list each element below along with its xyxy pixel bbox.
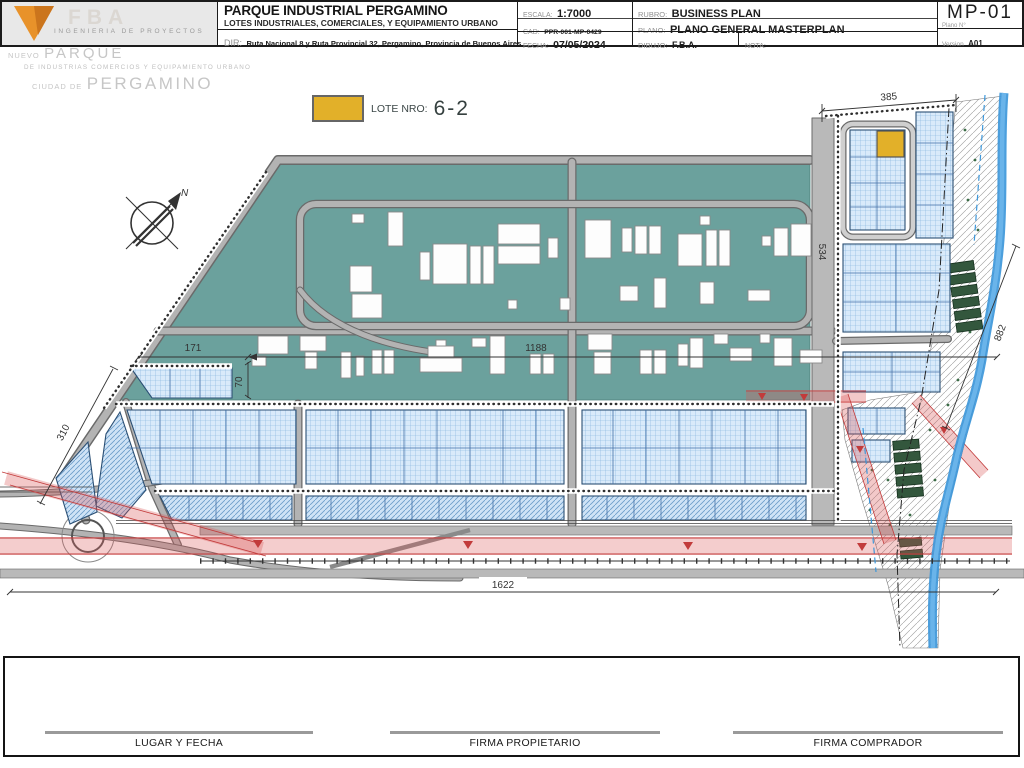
compass-rose: N — [126, 188, 189, 249]
watermark-big1: PARQUE — [44, 45, 124, 62]
dibujo-row: DIBUJO: F.B.A. — [633, 31, 738, 49]
signature-block: LUGAR Y FECHA FIRMA PROPIETARIO FIRMA CO… — [3, 656, 1020, 757]
signature-line — [733, 731, 1003, 734]
dim-882: 882 — [993, 323, 1009, 343]
watermark-prefix1: NUEVO — [8, 51, 40, 60]
dim-1622: 1622 — [492, 580, 515, 591]
nota-label: NOTA: — [745, 43, 766, 50]
watermark-big3: PERGAMINO — [87, 74, 213, 93]
highlighted-lot-6-2[interactable] — [877, 131, 904, 157]
meta-cell: ESCALA: 1:7000 CAD: PPR-001-MP-0429 FECH… — [517, 2, 632, 45]
version-label: Version — [942, 41, 964, 48]
lot-legend: LOTE NRO: 6-2 — [312, 95, 470, 122]
cad-row: CAD: PPR-001-MP-0429 — [518, 18, 632, 31]
sheet-number: MP-01 — [938, 2, 1022, 24]
lot-row2-block3 — [582, 496, 806, 520]
dim-1188: 1188 — [525, 343, 547, 354]
logo-cell: FBA INGENIERIA DE PROYECTOS — [2, 2, 217, 45]
dibujo-label: DIBUJO: — [638, 41, 668, 50]
watermark-prefix3: CIUDAD DE — [32, 82, 82, 91]
watermark-line2: DE INDUSTRIAS COMERCIOS Y EQUIPAMIENTO U… — [24, 65, 251, 71]
plano-row: PLANO: PLANO GENERAL MASTERPLAN — [633, 18, 937, 31]
signature-field-propietario[interactable]: FIRMA PROPIETARIO — [390, 731, 660, 749]
dim-171: 171 — [185, 343, 202, 354]
project-subtitle: LOTES INDUSTRIALES, COMERCIALES, Y EQUIP… — [224, 18, 517, 28]
rubro-cell: RUBRO: BUSINESS PLAN PLANO: PLANO GENERA… — [632, 2, 937, 45]
signature-label: FIRMA PROPIETARIO — [390, 737, 660, 749]
dim-70: 70 — [234, 376, 245, 388]
company-logo-icon — [12, 5, 58, 43]
masterplan-drawing: 171 1188 70 385 534 882 310 1622 N — [0, 0, 1024, 660]
signature-label: FIRMA COMPRADOR — [733, 737, 1003, 749]
lot-row2-block1 — [160, 496, 292, 520]
title-block: FBA INGENIERIA DE PROYECTOS PARQUE INDUS… — [0, 0, 1024, 47]
lot-row1-block2 — [306, 410, 564, 484]
strip-mid-lots — [843, 244, 950, 332]
sheet-cell: MP-01 Plano N° Version A01 — [937, 2, 1022, 45]
lot-legend-value: 6-2 — [434, 97, 470, 121]
fecha-label: FECHA: — [523, 43, 549, 50]
dim-310: 310 — [55, 422, 73, 442]
lot-legend-label: LOTE NRO: — [371, 103, 428, 115]
lot-row1-block1 — [127, 410, 296, 484]
fecha-row: FECHA: 07/05/2024 — [518, 31, 632, 49]
dim-385: 385 — [880, 91, 898, 103]
wedge-lots-2 — [56, 442, 97, 524]
dibujo-value: F.B.A. — [672, 40, 697, 50]
dir-label: DIR: — [224, 38, 242, 48]
project-title: PARQUE INDUSTRIAL PERGAMINO — [224, 3, 517, 18]
signature-label: LUGAR Y FECHA — [45, 737, 313, 749]
rubro-row: RUBRO: BUSINESS PLAN — [633, 2, 937, 18]
dim-534: 534 — [816, 244, 827, 261]
nota-cell: NOTA: — [738, 31, 937, 45]
project-address-row: DIR: Ruta Nacional 8 y Ruta Provincial 3… — [218, 29, 517, 45]
fecha-value: 07/05/2024 — [553, 39, 606, 51]
dir-value: Ruta Nacional 8 y Ruta Provincial 32, Pe… — [246, 39, 521, 48]
lot-row2-block2 — [306, 496, 564, 520]
sheet-version-row: Version A01 — [938, 28, 1022, 45]
escala-row: ESCALA: 1:7000 — [518, 2, 632, 18]
signature-field-lugar-fecha[interactable]: LUGAR Y FECHA — [45, 731, 313, 749]
lot-color-swatch — [312, 95, 364, 122]
lot-row1-block3 — [582, 410, 806, 484]
project-watermark: NUEVO PARQUE DE INDUSTRIAS COMERCIOS Y E… — [8, 46, 251, 93]
version-value: A01 — [968, 39, 983, 48]
signature-line — [390, 731, 660, 734]
signature-line — [45, 731, 313, 734]
logo-tagline: INGENIERIA DE PROYECTOS — [54, 28, 204, 35]
access-road-534 — [812, 118, 834, 525]
masterplan-sheet: 171 1188 70 385 534 882 310 1622 N F — [0, 0, 1024, 768]
logo-ghost-text: FBA — [68, 6, 129, 30]
signature-field-comprador[interactable]: FIRMA COMPRADOR — [733, 731, 1003, 749]
project-title-cell: PARQUE INDUSTRIAL PERGAMINO LOTES INDUST… — [217, 2, 517, 45]
compass-north-label: N — [181, 188, 189, 199]
